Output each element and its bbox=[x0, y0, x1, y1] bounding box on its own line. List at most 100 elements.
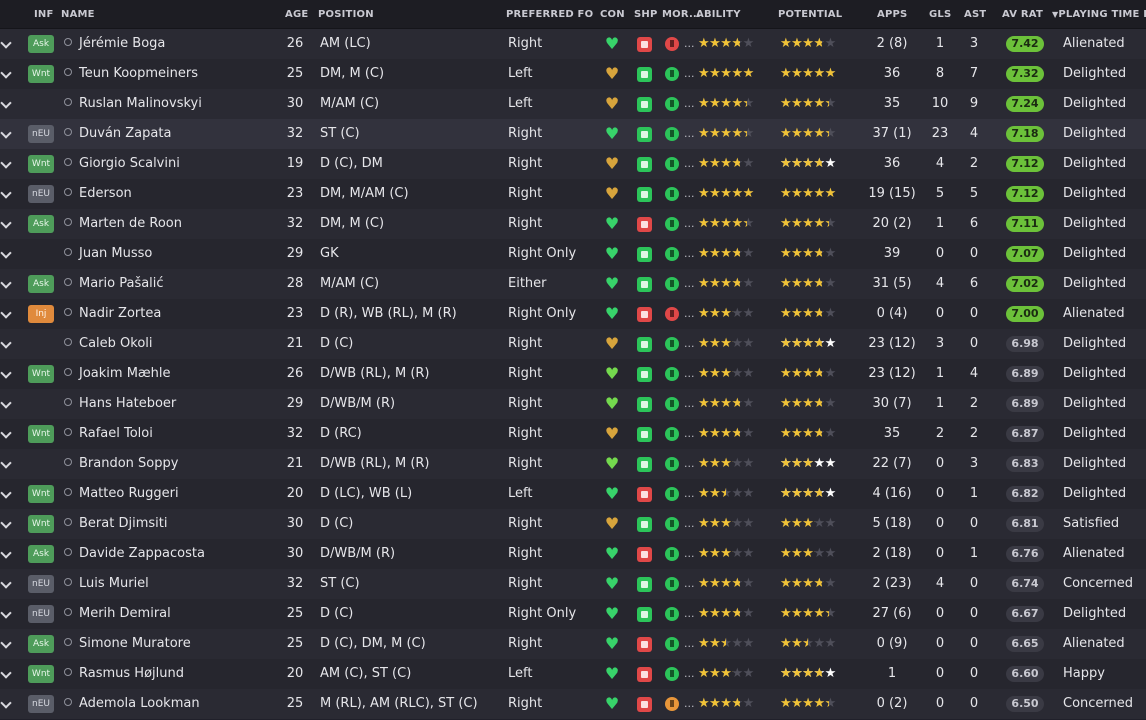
inf-badge[interactable]: nEU bbox=[28, 185, 54, 203]
chevron-down-icon[interactable] bbox=[0, 397, 12, 409]
col-ast[interactable]: AST bbox=[964, 9, 986, 20]
player-name[interactable]: Juan Musso bbox=[79, 246, 152, 261]
chevron-down-icon[interactable] bbox=[0, 427, 12, 439]
chevron-down-icon[interactable] bbox=[0, 457, 12, 469]
expand-cell[interactable] bbox=[0, 509, 14, 539]
table-row[interactable]: Wnt Teun Koopmeiners 25 DM, M (C) Left ♥... ★★… bbox=[0, 59, 1146, 90]
col-playing-time[interactable]: ▼PLAYING TIME HA bbox=[1052, 9, 1146, 20]
player-name[interactable]: Hans Hateboer bbox=[79, 396, 176, 411]
player-name-cell[interactable]: Jérémie Boga bbox=[64, 29, 278, 59]
player-name-cell[interactable]: Brandon Soppy bbox=[64, 449, 278, 479]
player-name[interactable]: Matteo Ruggeri bbox=[79, 486, 179, 501]
player-name[interactable]: Joakim Mæhle bbox=[79, 366, 171, 381]
expand-cell[interactable] bbox=[0, 179, 14, 209]
table-row[interactable]: Wnt Giorgio Scalvini 19 D (C), DM Right ♥... ★… bbox=[0, 149, 1146, 180]
inf-badge[interactable]: Wnt bbox=[28, 155, 54, 173]
expand-cell[interactable] bbox=[0, 539, 14, 569]
player-name[interactable]: Jérémie Boga bbox=[79, 36, 165, 51]
expand-cell[interactable] bbox=[0, 389, 14, 419]
expand-cell[interactable] bbox=[0, 239, 14, 269]
player-name[interactable]: Berat Djimsiti bbox=[79, 516, 167, 531]
player-name-cell[interactable]: Rasmus Højlund bbox=[64, 659, 278, 689]
player-name-cell[interactable]: Simone Muratore bbox=[64, 629, 278, 659]
table-row[interactable]: Ask Jérémie Boga 26 AM (LC) Right ♥... ★★★★★ ★★… bbox=[0, 29, 1146, 60]
expand-cell[interactable] bbox=[0, 569, 14, 599]
inf-badge[interactable]: Wnt bbox=[28, 365, 54, 383]
inf-badge[interactable]: Wnt bbox=[28, 65, 54, 83]
table-row[interactable]: Ask Davide Zappacosta 30 D/WB/M (R) Right ♥..… bbox=[0, 539, 1146, 570]
chevron-down-icon[interactable] bbox=[0, 307, 12, 319]
expand-cell[interactable] bbox=[0, 209, 14, 239]
player-name[interactable]: Ederson bbox=[79, 186, 132, 201]
col-name[interactable]: NAME bbox=[61, 9, 95, 20]
expand-cell[interactable] bbox=[0, 659, 14, 689]
player-name[interactable]: Giorgio Scalvini bbox=[79, 156, 180, 171]
inf-badge[interactable]: nEU bbox=[28, 605, 54, 623]
chevron-down-icon[interactable] bbox=[0, 187, 12, 199]
player-name[interactable]: Marten de Roon bbox=[79, 216, 182, 231]
table-row[interactable]: Caleb Okoli 21 D (C) Right ♥... ★★★★★ ★★★ ★★★★★… bbox=[0, 329, 1146, 360]
table-row[interactable]: Ask Marten de Roon 32 DM, M (C) Right ♥... ★★★… bbox=[0, 209, 1146, 240]
chevron-down-icon[interactable] bbox=[0, 487, 12, 499]
table-row[interactable]: nEU Ademola Lookman 25 M (RL), AM (RLC), ST… bbox=[0, 689, 1146, 720]
expand-cell[interactable] bbox=[0, 29, 14, 59]
table-row[interactable]: Wnt Berat Djimsiti 30 D (C) Right ♥... ★★★★★ ★★… bbox=[0, 509, 1146, 540]
col-con[interactable]: CON bbox=[600, 9, 625, 20]
inf-badge[interactable]: nEU bbox=[28, 575, 54, 593]
expand-cell[interactable] bbox=[0, 299, 14, 329]
player-name-cell[interactable]: Duván Zapata bbox=[64, 119, 278, 149]
expand-cell[interactable] bbox=[0, 89, 14, 119]
player-name-cell[interactable]: Davide Zappacosta bbox=[64, 539, 278, 569]
table-row[interactable]: Ask Simone Muratore 25 D (C), DM, M (C) Righ… bbox=[0, 629, 1146, 660]
chevron-down-icon[interactable] bbox=[0, 517, 12, 529]
chevron-down-icon[interactable] bbox=[0, 97, 12, 109]
player-name-cell[interactable]: Matteo Ruggeri bbox=[64, 479, 278, 509]
expand-cell[interactable] bbox=[0, 629, 14, 659]
expand-cell[interactable] bbox=[0, 119, 14, 149]
chevron-down-icon[interactable] bbox=[0, 157, 12, 169]
player-name-cell[interactable]: Ruslan Malinovskyi bbox=[64, 89, 278, 119]
table-row[interactable]: Wnt Rasmus Højlund 20 AM (C), ST (C) Left ♥..… bbox=[0, 659, 1146, 690]
expand-cell[interactable] bbox=[0, 449, 14, 479]
inf-badge[interactable]: Inj bbox=[28, 305, 54, 323]
col-ability[interactable]: ABILITY bbox=[696, 9, 741, 20]
table-row[interactable]: Juan Musso 29 GK Right Only ♥... ★★★★★ ★★★★ ★★★… bbox=[0, 239, 1146, 270]
chevron-down-icon[interactable] bbox=[0, 127, 12, 139]
inf-badge[interactable]: nEU bbox=[28, 125, 54, 143]
chevron-down-icon[interactable] bbox=[0, 37, 12, 49]
col-shp[interactable]: SHP bbox=[634, 9, 658, 20]
player-name-cell[interactable]: Juan Musso bbox=[64, 239, 278, 269]
table-row[interactable]: Wnt Joakim Mæhle 26 D/WB (RL), M (R) Right ♥.… bbox=[0, 359, 1146, 390]
col-potential[interactable]: POTENTIAL bbox=[778, 9, 842, 20]
player-name-cell[interactable]: Joakim Mæhle bbox=[64, 359, 278, 389]
player-name[interactable]: Davide Zappacosta bbox=[79, 546, 205, 561]
col-apps[interactable]: APPS bbox=[877, 9, 907, 20]
expand-cell[interactable] bbox=[0, 149, 14, 179]
player-name-cell[interactable]: Nadir Zortea bbox=[64, 299, 278, 329]
player-name[interactable]: Mario Pašalić bbox=[79, 276, 164, 291]
chevron-down-icon[interactable] bbox=[0, 67, 12, 79]
table-row[interactable]: nEU Luis Muriel 32 ST (C) Right ♥... ★★★★★ ★★★★… bbox=[0, 569, 1146, 600]
table-row[interactable]: Brandon Soppy 21 D/WB (RL), M (R) Right ♥...… bbox=[0, 449, 1146, 480]
col-inf[interactable]: INF bbox=[34, 9, 54, 20]
player-name[interactable]: Ruslan Malinovskyi bbox=[79, 96, 202, 111]
inf-badge[interactable]: Wnt bbox=[28, 515, 54, 533]
expand-cell[interactable] bbox=[0, 329, 14, 359]
expand-cell[interactable] bbox=[0, 689, 14, 719]
player-name[interactable]: Brandon Soppy bbox=[79, 456, 178, 471]
player-name-cell[interactable]: Teun Koopmeiners bbox=[64, 59, 278, 89]
chevron-down-icon[interactable] bbox=[0, 667, 12, 679]
expand-cell[interactable] bbox=[0, 479, 14, 509]
chevron-down-icon[interactable] bbox=[0, 247, 12, 259]
expand-cell[interactable] bbox=[0, 269, 14, 299]
player-name[interactable]: Rafael Toloi bbox=[79, 426, 153, 441]
expand-cell[interactable] bbox=[0, 419, 14, 449]
expand-cell[interactable] bbox=[0, 359, 14, 389]
player-name-cell[interactable]: Rafael Toloi bbox=[64, 419, 278, 449]
table-row[interactable]: Ask Mario Pašalić 28 M/AM (C) Either ♥... ★★★★… bbox=[0, 269, 1146, 300]
chevron-down-icon[interactable] bbox=[0, 367, 12, 379]
player-name-cell[interactable]: Ederson bbox=[64, 179, 278, 209]
player-name-cell[interactable]: Caleb Okoli bbox=[64, 329, 278, 359]
chevron-down-icon[interactable] bbox=[0, 577, 12, 589]
chevron-down-icon[interactable] bbox=[0, 337, 12, 349]
